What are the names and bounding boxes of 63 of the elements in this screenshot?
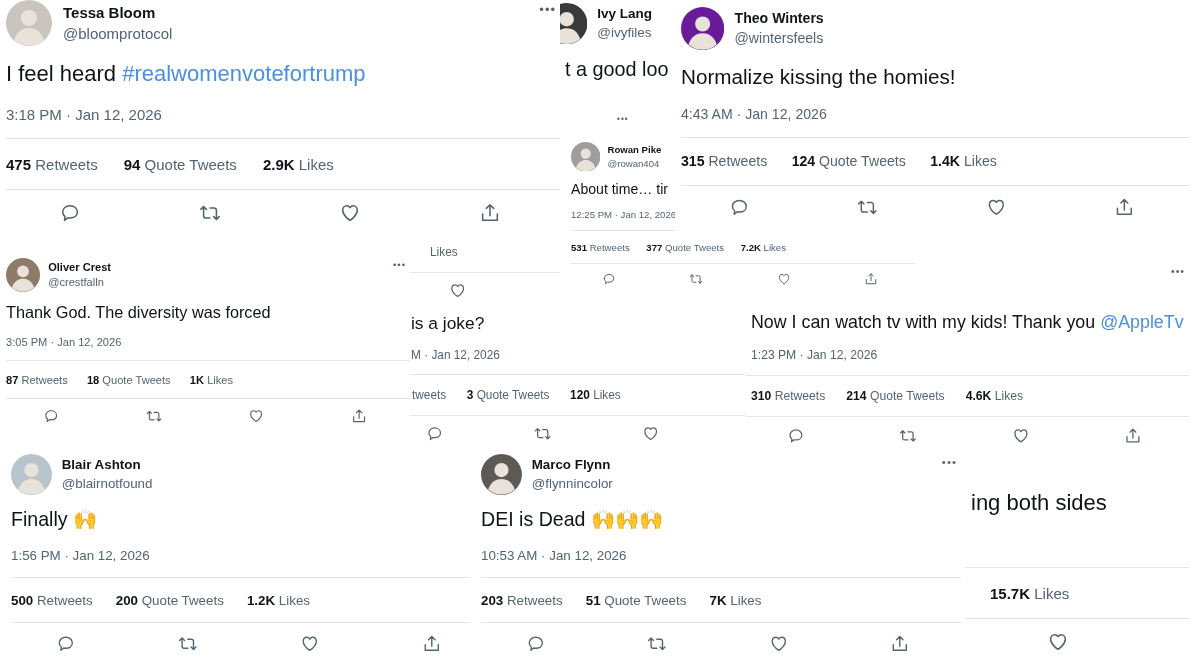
tweet-text: I feel heard #realwomenvotefortrump xyxy=(6,61,366,87)
engagement-count[interactable]: 51 Quote Tweets xyxy=(585,592,687,608)
more-icon[interactable]: ••• xyxy=(392,259,406,271)
tweet-timestamp[interactable]: 4:43 AM · Jan 12, 2026 xyxy=(681,106,827,123)
tweet-timestamp[interactable]: 1:56 PM · Jan 12, 2026 xyxy=(11,547,150,563)
engagement-count[interactable]: Likes xyxy=(430,245,458,259)
tweet-text: t a good loo xyxy=(565,58,669,82)
engagement-count[interactable]: 7.2K Likes xyxy=(740,241,786,253)
tweet-timestamp[interactable]: 12:25 PM · Jan 12, 2026 xyxy=(571,209,677,221)
engagement-count[interactable]: 2.9K Likes xyxy=(262,155,334,173)
engagement-count[interactable]: 4.6K Likes xyxy=(965,389,1024,403)
engagement-count[interactable]: 1.4K Likes xyxy=(930,153,997,170)
user-handle[interactable]: @blairnotfound xyxy=(61,475,153,491)
engagement-count[interactable]: 200 Quote Tweets xyxy=(115,592,224,608)
tweet-timestamp[interactable]: M · Jan 12, 2026 xyxy=(411,348,500,363)
more-icon[interactable]: ••• xyxy=(941,455,957,468)
tweet-timestamp[interactable]: 3:18 PM · Jan 12, 2026 xyxy=(6,105,162,123)
tweet-timestamp[interactable]: 10:53 AM · Jan 12, 2026 xyxy=(481,547,627,563)
tweet-text: About time… tir xyxy=(571,181,668,198)
tweet-text: is a joke? xyxy=(411,312,485,334)
tweet-timestamp[interactable]: 1:23 PM · Jan 12, 2026 xyxy=(751,348,878,363)
engagement-count[interactable]: 475 Retweets xyxy=(6,155,98,173)
tweet-timestamp[interactable]: 3:05 PM · Jan 12, 2026 xyxy=(6,336,122,349)
more-icon[interactable]: ••• xyxy=(539,2,556,17)
engagement-count[interactable]: tweets xyxy=(412,387,447,402)
engagement-count[interactable]: 310 Retweets xyxy=(751,389,826,403)
user-handle[interactable]: @crestfalln xyxy=(48,276,112,289)
engagement-count[interactable]: 203 Retweets xyxy=(481,592,563,608)
user-handle[interactable]: @rowan404 xyxy=(607,157,662,169)
engagement-count[interactable]: 3 Quote Tweets xyxy=(466,387,550,402)
engagement-count[interactable]: 500 Retweets xyxy=(11,592,93,608)
user-handle[interactable]: @wintersfeels xyxy=(734,30,824,46)
tweet-text: ing both sides xyxy=(971,490,1107,516)
tweet-text: Thank God. The diversity was forced xyxy=(6,303,271,323)
engagement-count[interactable]: 94 Quote Tweets xyxy=(123,155,237,173)
tweet-text: Now I can watch tv with my kids! Thank you @AppleTv xyxy=(751,312,1184,334)
engagement-count[interactable]: 377 Quote Tweets xyxy=(646,241,725,253)
engagement-count[interactable]: 1K Likes xyxy=(189,373,234,386)
user-name[interactable]: Rowan Pike xyxy=(607,144,662,156)
user-name[interactable]: Marco Flynn xyxy=(531,457,613,473)
user-name[interactable]: Theo Winters xyxy=(734,10,824,27)
engagement-count[interactable]: 120 Likes xyxy=(570,387,621,402)
user-name[interactable]: Tessa Bloom xyxy=(63,3,173,21)
user-handle[interactable]: @bloomprotocol xyxy=(63,24,173,42)
engagement-count[interactable]: 18 Quote Tweets xyxy=(86,373,171,386)
tweet-text: DEI is Dead 🙌🙌🙌 xyxy=(481,508,663,532)
engagement-count[interactable]: 214 Quote Tweets xyxy=(846,389,945,403)
more-icon[interactable]: ••• xyxy=(617,114,629,124)
engagement-count[interactable]: 1.2K Likes xyxy=(246,592,310,608)
tweet-text: Normalize kissing the homies! xyxy=(681,64,956,89)
user-name[interactable]: Oliver Crest xyxy=(48,261,112,274)
engagement-count[interactable]: 124 Quote Tweets xyxy=(791,153,906,170)
engagement-count[interactable]: 15.7K Likes xyxy=(990,584,1070,602)
tweet-text: Finally 🙌 xyxy=(11,508,97,532)
user-name[interactable]: Blair Ashton xyxy=(61,457,153,473)
user-handle[interactable]: @flynnincolor xyxy=(531,475,613,491)
engagement-count[interactable]: 7K Likes xyxy=(709,592,762,608)
user-handle[interactable]: @ivyfiles xyxy=(597,25,653,41)
more-icon[interactable]: ••• xyxy=(1170,264,1185,277)
engagement-count[interactable]: 315 Retweets xyxy=(681,153,768,170)
user-name[interactable]: Ivy Lang xyxy=(597,6,653,22)
engagement-count[interactable]: 531 Retweets xyxy=(571,241,630,253)
engagement-count[interactable]: 87 Retweets xyxy=(6,373,68,386)
